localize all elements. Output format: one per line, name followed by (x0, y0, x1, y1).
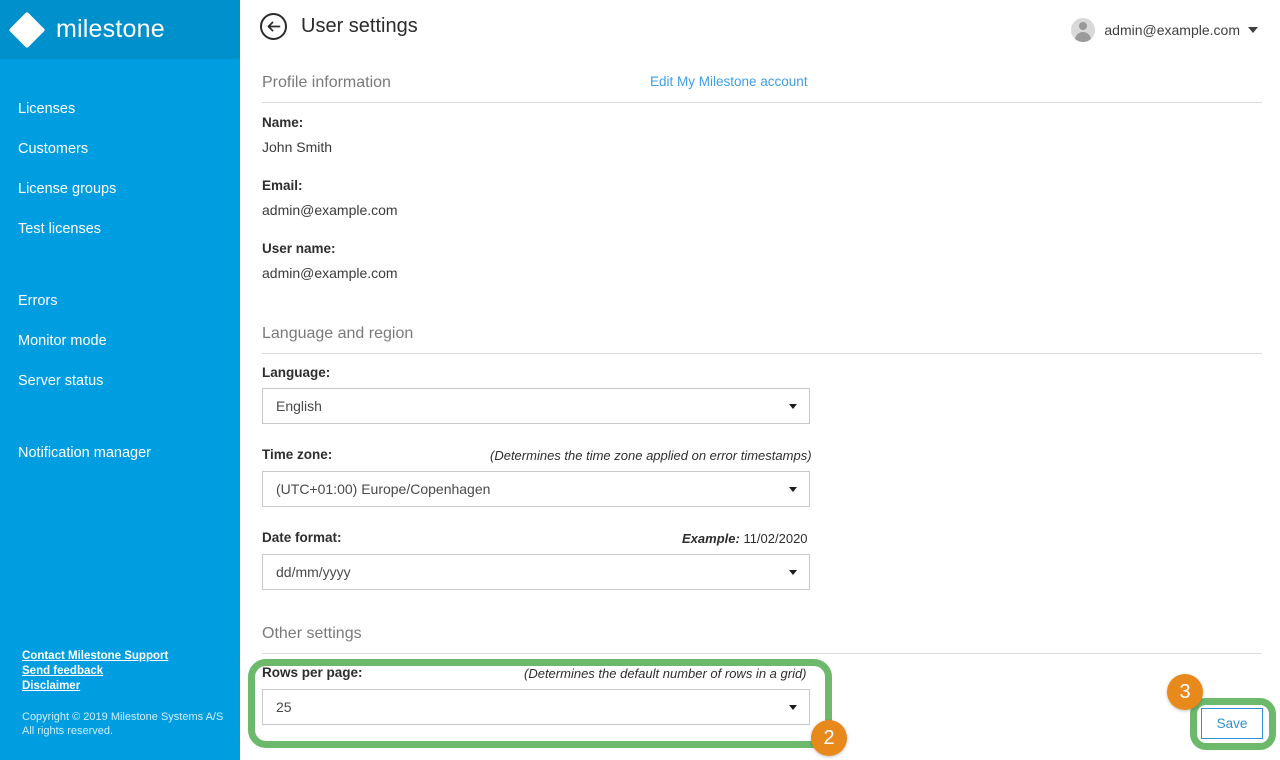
language-select-value: English (276, 389, 322, 423)
date-format-hint-value: 11/02/2020 (743, 531, 807, 546)
account-email: admin@example.com (1104, 22, 1240, 38)
chevron-down-icon (789, 487, 797, 492)
rows-per-page-select-value: 25 (276, 690, 292, 724)
copyright-line-1: Copyright © 2019 Milestone Systems A/S (22, 710, 240, 724)
back-button[interactable] (260, 13, 287, 40)
avatar-icon (1071, 18, 1095, 42)
timezone-hint: (Determines the time zone applied on err… (490, 448, 812, 463)
sidebar-spacer (0, 401, 240, 433)
sidebar-item-errors[interactable]: Errors (0, 281, 240, 321)
main-content: Profile information Edit My Milestone ac… (240, 58, 1280, 760)
email-label: Email: (262, 178, 303, 193)
language-label: Language: (262, 365, 330, 380)
disclaimer-link[interactable]: Disclaimer (22, 679, 240, 694)
username-value: admin@example.com (262, 265, 398, 281)
name-label: Name: (262, 115, 303, 130)
step-badge-3: 3 (1167, 674, 1203, 710)
chevron-down-icon (1248, 27, 1258, 33)
contact-support-link[interactable]: Contact Milestone Support (22, 649, 240, 664)
sidebar-footer: Contact Milestone Support Send feedback … (0, 649, 240, 738)
topbar: User settings admin@example.com (240, 0, 1280, 58)
save-button[interactable]: Save (1201, 708, 1263, 739)
section-divider (262, 353, 1262, 354)
email-value: admin@example.com (262, 202, 398, 218)
copyright-line-2: All rights reserved. (22, 724, 240, 738)
sidebar-logo[interactable]: milestone (0, 0, 240, 59)
timezone-select[interactable]: (UTC+01:00) Europe/Copenhagen (262, 471, 810, 507)
arrow-left-circle-icon (266, 20, 281, 33)
rows-per-page-select[interactable]: 25 (262, 689, 810, 725)
send-feedback-link[interactable]: Send feedback (22, 664, 240, 679)
sidebar-item-notification-manager[interactable]: Notification manager (0, 433, 240, 473)
section-divider (262, 102, 1262, 103)
date-format-hint: Example: 11/02/2020 (682, 531, 808, 546)
username-label: User name: (262, 241, 336, 256)
language-select[interactable]: English (262, 388, 810, 424)
section-title-language-region: Language and region (262, 325, 1262, 343)
name-value: John Smith (262, 139, 332, 155)
sidebar: milestone Licenses Customers License gro… (0, 0, 240, 760)
sidebar-item-customers[interactable]: Customers (0, 129, 240, 169)
milestone-diamond-icon (9, 11, 46, 48)
page-header: User settings (260, 13, 418, 40)
page-title: User settings (301, 15, 418, 38)
date-format-hint-prefix: Example: (682, 531, 740, 546)
sidebar-item-server-status[interactable]: Server status (0, 361, 240, 401)
date-format-select-value: dd/mm/yyyy (276, 555, 351, 589)
timezone-select-value: (UTC+01:00) Europe/Copenhagen (276, 472, 490, 506)
sidebar-item-licenses[interactable]: Licenses (0, 89, 240, 129)
date-format-label: Date format: (262, 530, 342, 545)
sidebar-nav: Licenses Customers License groups Test l… (0, 89, 240, 473)
logo-text: milestone (56, 15, 165, 44)
section-divider (262, 653, 1262, 654)
rows-per-page-hint: (Determines the default number of rows i… (524, 666, 807, 681)
sidebar-item-test-licenses[interactable]: Test licenses (0, 209, 240, 249)
account-menu[interactable]: admin@example.com (1071, 18, 1258, 42)
date-format-select[interactable]: dd/mm/yyyy (262, 554, 810, 590)
sidebar-spacer (0, 249, 240, 281)
copyright: Copyright © 2019 Milestone Systems A/S A… (22, 710, 240, 738)
sidebar-item-license-groups[interactable]: License groups (0, 169, 240, 209)
step-badge-2: 2 (811, 720, 847, 756)
chevron-down-icon (789, 705, 797, 710)
timezone-label: Time zone: (262, 447, 332, 462)
chevron-down-icon (789, 404, 797, 409)
rows-per-page-label: Rows per page: (262, 665, 363, 680)
edit-my-milestone-account-link[interactable]: Edit My Milestone account (650, 74, 808, 89)
section-title-other-settings: Other settings (262, 625, 1262, 643)
chevron-down-icon (789, 570, 797, 575)
sidebar-item-monitor-mode[interactable]: Monitor mode (0, 321, 240, 361)
